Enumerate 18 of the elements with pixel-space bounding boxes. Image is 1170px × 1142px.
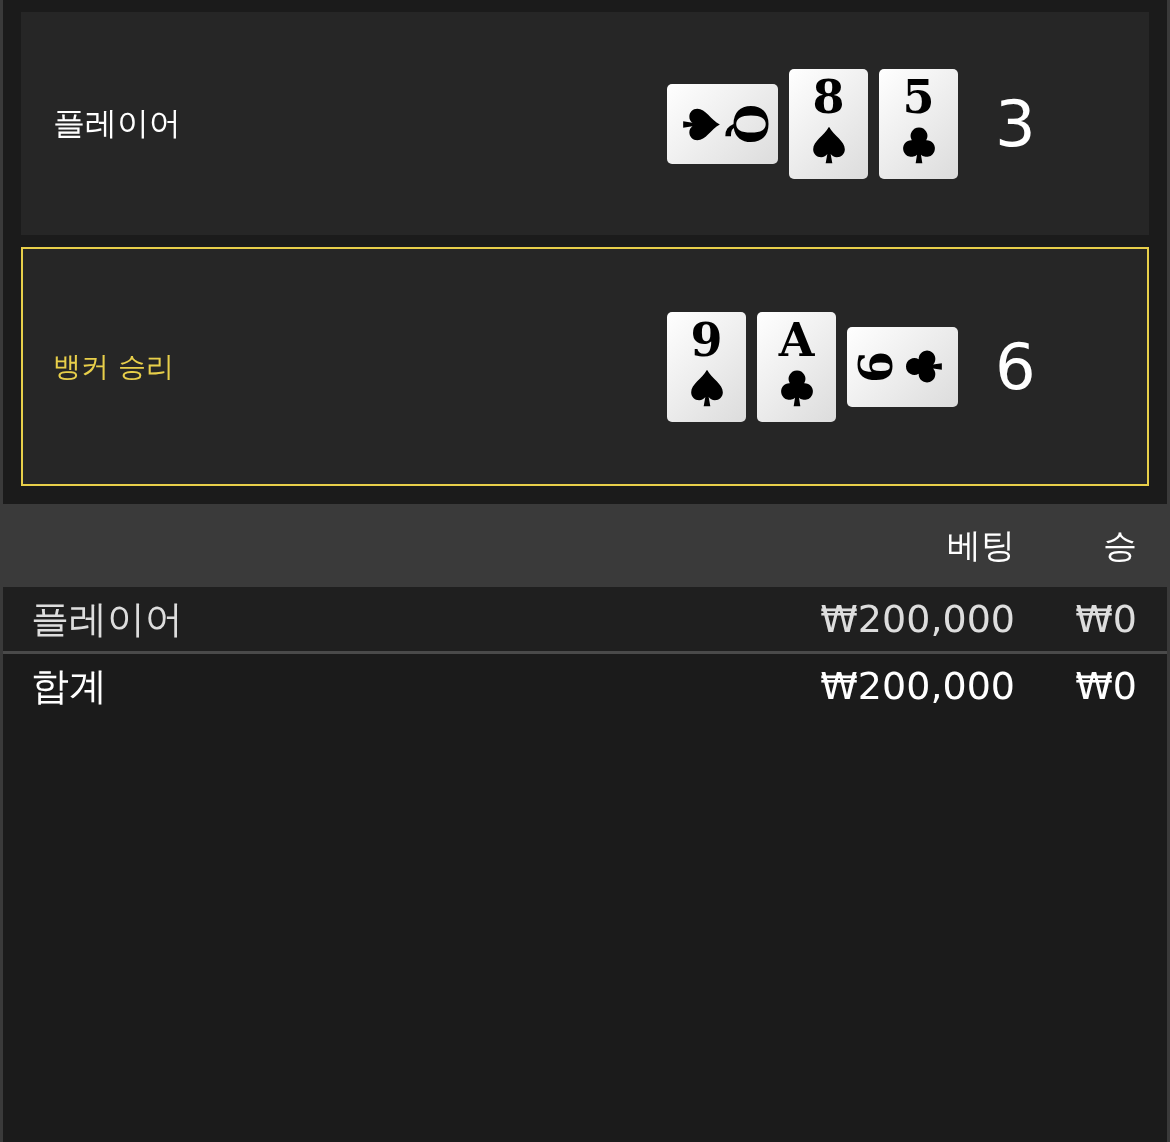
table-cell-text: ₩200,000: [819, 664, 1015, 708]
column-header: 승: [1102, 523, 1138, 567]
table-cell-text: ₩200,000: [819, 597, 1015, 641]
hand-score: 3: [994, 86, 1036, 161]
table-cell-text: ₩0: [1074, 664, 1138, 708]
playing-card: 8: [789, 68, 868, 179]
hand-score: 6: [994, 329, 1036, 404]
playing-card: 9: [667, 311, 746, 422]
hand-label: 플레이어: [52, 102, 182, 144]
playing-card: Q: [667, 83, 778, 164]
playing-card: 5: [879, 68, 958, 179]
table-cell-text: ₩0: [1074, 597, 1138, 641]
table-cell-text: 플레이어: [30, 595, 184, 643]
playing-card: A: [757, 311, 836, 422]
playing-card: 6: [847, 326, 958, 407]
column-header: 베팅: [946, 523, 1015, 567]
table-cell-text: 합계: [30, 662, 108, 710]
hand-label: 뱅커 승리: [52, 348, 175, 385]
